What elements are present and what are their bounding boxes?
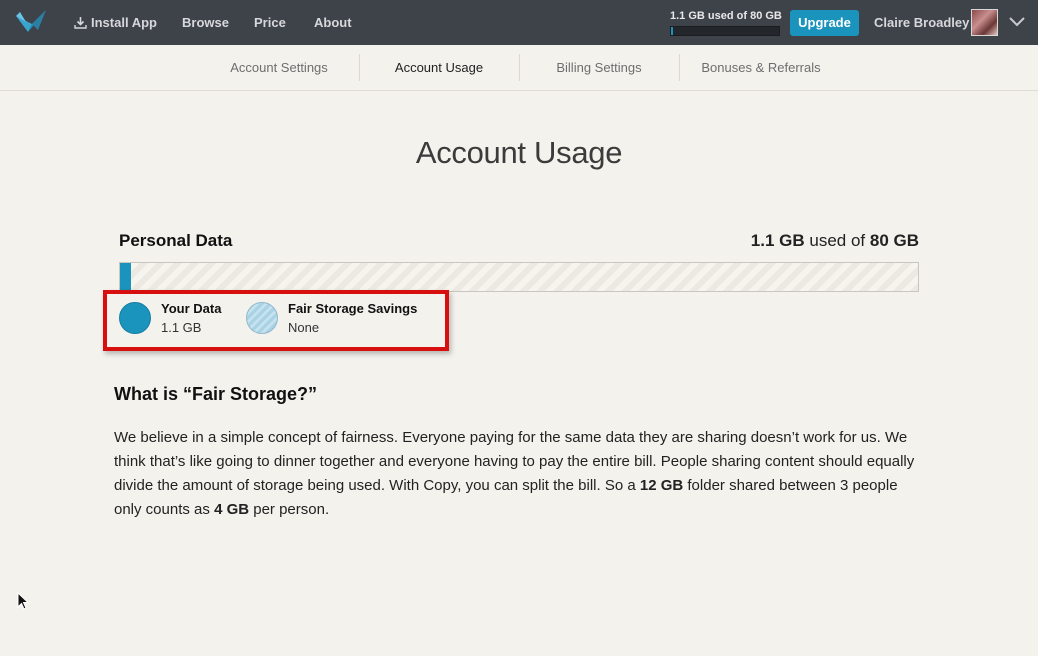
- download-icon: [74, 17, 87, 29]
- storage-usage-meter[interactable]: 1.1 GB used of 80 GB: [670, 9, 782, 36]
- page-title: Account Usage: [415, 135, 623, 170]
- user-name[interactable]: Claire Broadley: [874, 0, 969, 45]
- top-nav-bar: Install App Browse Price About 1.1 GB us…: [0, 0, 1038, 45]
- usage-progress-bar: [119, 262, 919, 292]
- annotation-highlight-box: [103, 290, 449, 351]
- tab-bonuses-referrals[interactable]: Bonuses & Referrals: [680, 45, 842, 90]
- copy-logo-icon[interactable]: [14, 8, 48, 36]
- about-link[interactable]: About: [314, 0, 352, 45]
- storage-usage-track: [670, 26, 780, 36]
- install-app-link[interactable]: Install App: [74, 0, 157, 45]
- usage-progress-fill: [120, 263, 132, 291]
- tab-billing-settings[interactable]: Billing Settings: [520, 45, 678, 90]
- fair-storage-heading: What is “Fair Storage?”: [114, 384, 318, 404]
- used-of-text: used of: [809, 231, 866, 250]
- fair-storage-bold-2: 4 GB: [214, 501, 250, 518]
- mouse-cursor-icon: [17, 592, 29, 610]
- tab-account-usage[interactable]: Account Usage: [360, 45, 518, 90]
- tab-account-settings[interactable]: Account Settings: [200, 45, 358, 90]
- storage-usage-text: 1.1 GB used of 80 GB: [670, 10, 782, 22]
- total-value: 80 GB: [869, 231, 919, 250]
- install-app-label: Install App: [91, 15, 157, 30]
- fair-storage-bold-1: 12 GB: [639, 477, 684, 494]
- fair-storage-description: We believe in a simple concept of fairne…: [114, 426, 924, 522]
- personal-data-usage: 1.1 GB used of 80 GB: [751, 231, 919, 251]
- fair-storage-text-3: per person.: [249, 501, 330, 518]
- browse-link[interactable]: Browse: [182, 0, 229, 45]
- account-tabs: Account Settings Account Usage Billing S…: [0, 45, 1038, 91]
- chevron-down-icon[interactable]: [1008, 14, 1026, 30]
- used-value: 1.1 GB: [750, 231, 805, 250]
- avatar[interactable]: [971, 9, 998, 36]
- storage-usage-fill: [671, 27, 673, 35]
- price-link[interactable]: Price: [254, 0, 286, 45]
- upgrade-button[interactable]: Upgrade: [790, 10, 859, 36]
- personal-data-label: Personal Data: [119, 231, 233, 250]
